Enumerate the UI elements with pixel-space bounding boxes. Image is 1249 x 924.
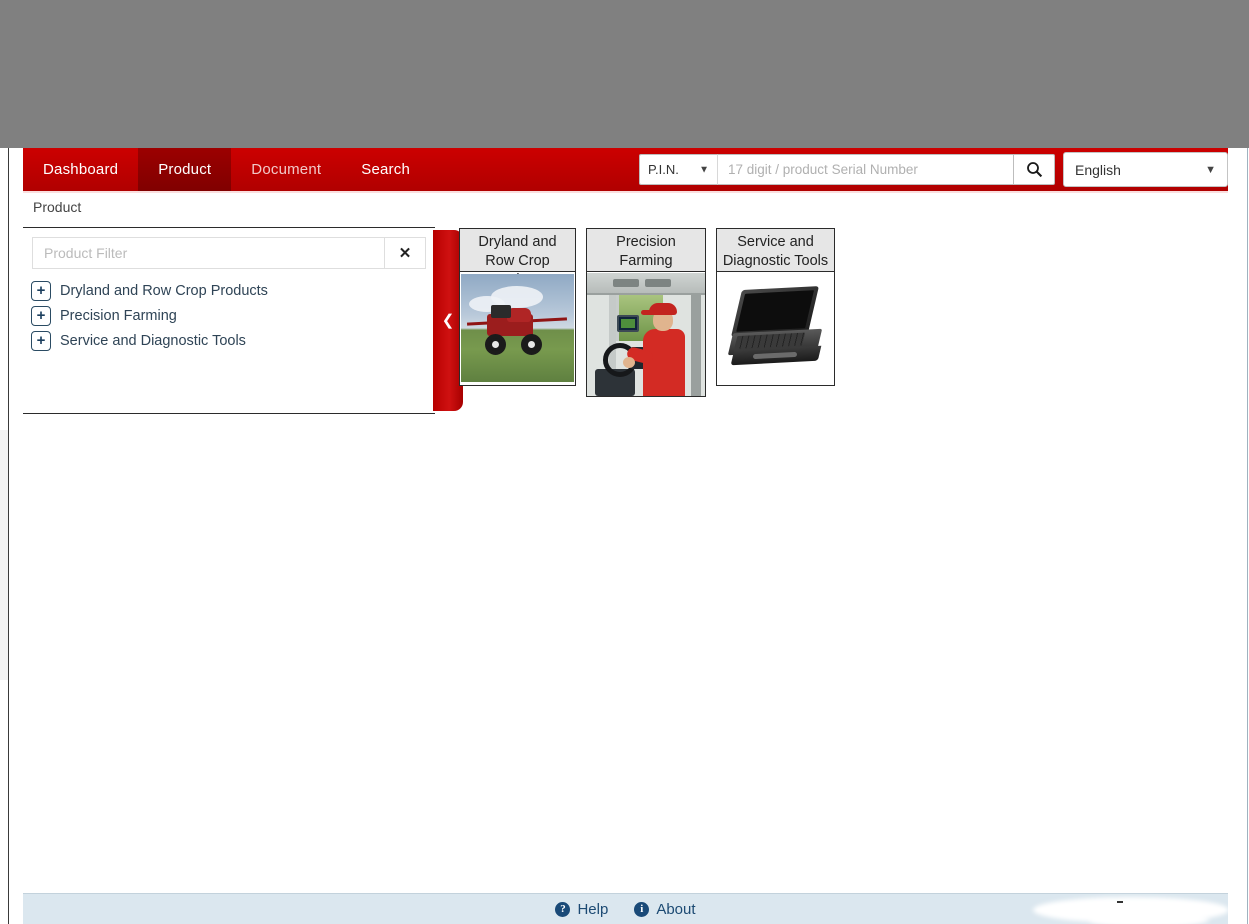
browser-chrome-backdrop <box>0 0 1249 148</box>
close-icon: ✕ <box>398 245 412 262</box>
nav-item-document-label: Document <box>251 161 322 178</box>
footer-link-about-label: About <box>656 900 696 918</box>
rugged-laptop-photo <box>719 274 832 382</box>
product-card-grid: Dryland and Row Crop Products Precision … <box>459 228 835 397</box>
footer-link-help-label: Help <box>577 900 609 918</box>
tree-item-label: Precision Farming <box>60 307 177 324</box>
footer-redaction-smudge-secondary <box>1089 910 1209 924</box>
product-card-title: Service and Diagnostic Tools <box>717 229 834 272</box>
browser-chrome-right <box>1227 0 1249 148</box>
search-type-select[interactable]: P.I.N. <box>639 154 717 185</box>
tree-item-service-and-diagnostic-tools[interactable]: + Service and Diagnostic Tools <box>31 328 427 353</box>
product-filter-input[interactable] <box>32 237 384 269</box>
global-search-input[interactable] <box>717 154 1013 185</box>
magnifier-icon <box>1026 162 1042 178</box>
tree-item-label: Dryland and Row Crop Products <box>60 282 268 299</box>
tree-item-precision-farming[interactable]: + Precision Farming <box>31 303 427 328</box>
breadcrumb: Product <box>33 199 81 215</box>
nav-item-list: Dashboard Product Document Search <box>23 148 430 191</box>
sprayer-in-field-photo <box>461 274 574 382</box>
nav-item-document[interactable]: Document <box>231 148 341 191</box>
product-card-service-and-diagnostic-tools[interactable]: Service and Diagnostic Tools <box>716 228 835 386</box>
tree-item-dryland-and-row-crop-products[interactable]: + Dryland and Row Crop Products <box>31 278 427 303</box>
product-card-title: Dryland and Row Crop Products <box>460 229 575 288</box>
footer-link-help[interactable]: ? Help <box>555 901 608 918</box>
help-icon: ? <box>555 901 571 917</box>
search-type-select-wrap: P.I.N. ▼ <box>639 154 717 185</box>
product-category-tree: + Dryland and Row Crop Products + Precis… <box>31 278 427 353</box>
expand-icon[interactable]: + <box>31 280 51 301</box>
nav-item-product[interactable]: Product <box>138 148 232 191</box>
product-card-precision-farming[interactable]: Precision Farming <box>586 228 706 397</box>
expand-icon[interactable]: + <box>31 305 51 326</box>
expand-icon[interactable]: + <box>31 330 51 351</box>
nav-item-product-label: Product <box>158 161 212 178</box>
breadcrumb-current: Product <box>33 199 82 215</box>
nav-item-dashboard-label: Dashboard <box>43 161 119 178</box>
page-outer-rule <box>1247 148 1248 924</box>
product-filter-row: ✕ <box>32 237 426 269</box>
info-icon: i <box>634 901 650 917</box>
nav-item-search-label: Search <box>361 161 410 178</box>
nav-item-search[interactable]: Search <box>341 148 430 191</box>
operator-in-tractor-cab-photo <box>587 273 705 396</box>
tree-item-label: Service and Diagnostic Tools <box>60 332 246 349</box>
language-select-wrap: English ▼ <box>1063 148 1228 191</box>
global-search-button[interactable] <box>1013 154 1055 185</box>
nav-item-dashboard[interactable]: Dashboard <box>23 148 138 191</box>
chevron-left-icon: ❮ <box>441 312 455 329</box>
breadcrumb-rule <box>23 191 1228 193</box>
global-search-group: P.I.N. ▼ <box>639 154 1055 185</box>
language-select[interactable]: English <box>1063 152 1228 187</box>
page-left-gutter-shade <box>0 430 8 680</box>
footer-link-about[interactable]: i About <box>634 900 696 918</box>
product-card-title: Precision Farming <box>587 229 705 272</box>
application-page: Dashboard Product Document Search P.I.N.… <box>8 148 1247 924</box>
product-card-dryland-and-row-crop-products[interactable]: Dryland and Row Crop Products <box>459 228 576 386</box>
product-filter-panel: ✕ + Dryland and Row Crop Products + Prec… <box>23 227 435 414</box>
product-filter-clear-button[interactable]: ✕ <box>384 237 426 269</box>
main-navigation-bar: Dashboard Product Document Search P.I.N.… <box>23 148 1228 191</box>
footer-redaction-mark <box>1117 901 1123 903</box>
